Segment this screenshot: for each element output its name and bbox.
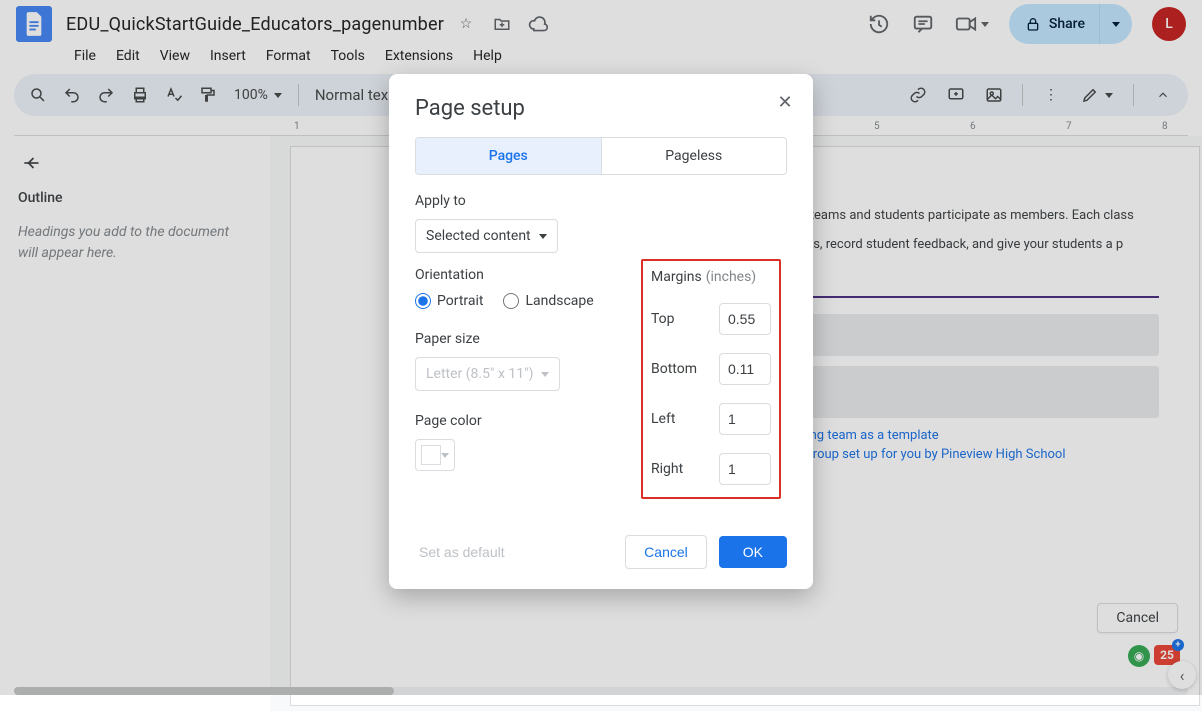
tab-pages[interactable]: Pages <box>416 138 601 174</box>
page-color-select[interactable] <box>415 439 455 471</box>
dialog-tabs: Pages Pageless <box>415 137 787 175</box>
margin-left-input[interactable] <box>719 403 771 435</box>
close-icon[interactable]: ✕ <box>773 90 797 114</box>
tab-pageless[interactable]: Pageless <box>601 138 787 174</box>
margin-top-input[interactable] <box>719 303 771 335</box>
page-color-label: Page color <box>415 413 599 429</box>
margin-right-label: Right <box>651 461 683 477</box>
apply-to-label: Apply to <box>415 193 787 209</box>
orientation-label: Orientation <box>415 267 599 283</box>
page-setup-dialog: Page setup ✕ Pages Pageless Apply to Sel… <box>389 74 813 589</box>
orientation-landscape-radio[interactable]: Landscape <box>503 293 593 309</box>
apply-to-select[interactable]: Selected content <box>415 219 558 253</box>
margin-bottom-label: Bottom <box>651 361 697 377</box>
margins-unit: (inches) <box>706 269 757 285</box>
margins-label: Margins <box>651 269 702 285</box>
set-as-default-button[interactable]: Set as default <box>415 536 509 568</box>
paper-size-select: Letter (8.5" x 11") <box>415 357 560 391</box>
cancel-button[interactable]: Cancel <box>625 535 707 569</box>
paper-size-label: Paper size <box>415 331 599 347</box>
margin-right-input[interactable] <box>719 453 771 485</box>
orientation-portrait-radio[interactable]: Portrait <box>415 293 483 309</box>
margin-bottom-input[interactable] <box>719 353 771 385</box>
caret-down-icon <box>541 372 549 377</box>
margins-section: Margins(inches) Top Bottom Left Right <box>641 259 781 499</box>
margin-top-label: Top <box>651 311 675 327</box>
margin-left-label: Left <box>651 411 675 427</box>
ok-button[interactable]: OK <box>719 536 787 568</box>
dialog-title: Page setup <box>415 96 787 121</box>
caret-down-icon <box>539 234 547 239</box>
